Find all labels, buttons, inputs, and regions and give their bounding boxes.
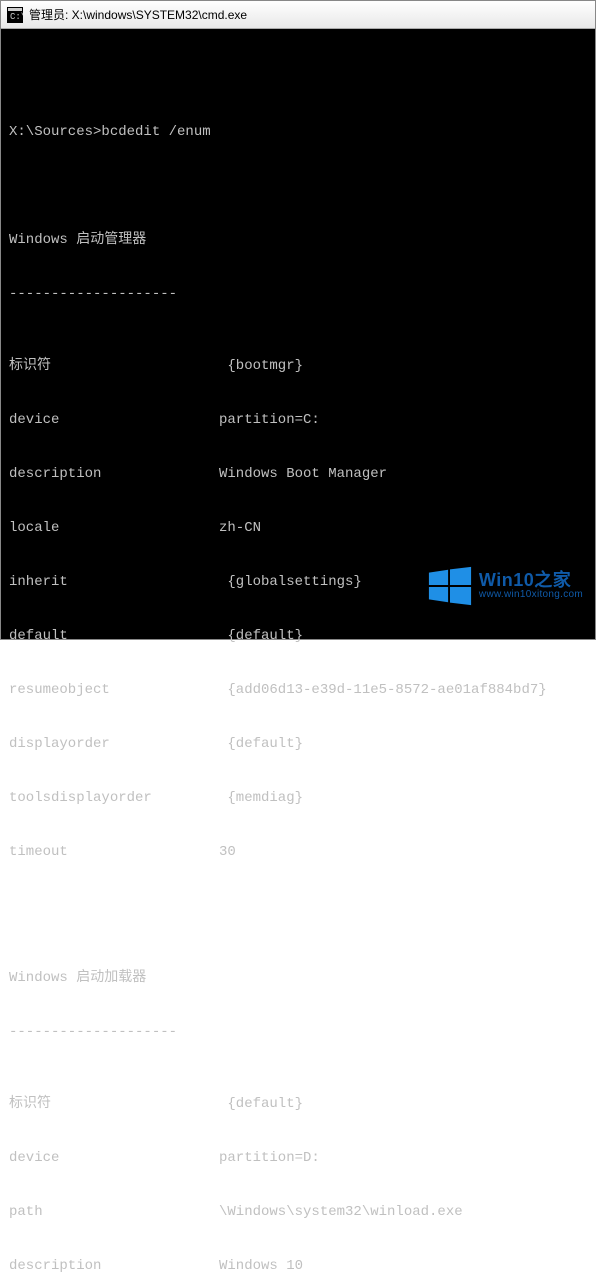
prompt-line: X:\Sources>bcdedit /enum [9,123,587,141]
kv-row: localezh-CN [9,519,587,537]
watermark: Win10之家 www.win10xitong.com [423,561,587,611]
kv-row: descriptionWindows 10 [9,1257,587,1275]
cmd-window: C:\ 管理员: X:\windows\SYSTEM32\cmd.exe X:\… [0,0,596,640]
kv-row: timeout30 [9,843,587,861]
kv-row: 标识符 {default} [9,1095,587,1113]
kv-row: displayorder {default} [9,735,587,753]
window-title: 管理员: X:\windows\SYSTEM32\cmd.exe [29,6,247,23]
svg-text:C:\: C:\ [10,12,23,22]
watermark-brand: Win10之家 [479,571,583,590]
kv-row: resumeobject {add06d13-e39d-11e5-8572-ae… [9,681,587,699]
separator: -------------------- [9,1023,587,1041]
cmd-icon: C:\ [7,7,23,23]
section-loader-title: Windows 启动加载器 [9,969,587,987]
kv-row: path\Windows\system32\winload.exe [9,1203,587,1221]
kv-row: toolsdisplayorder {memdiag} [9,789,587,807]
section-bootmgr-title: Windows 启动管理器 [9,231,587,249]
titlebar[interactable]: C:\ 管理员: X:\windows\SYSTEM32\cmd.exe [1,1,595,29]
windows-logo-icon [427,563,473,609]
kv-row: descriptionWindows Boot Manager [9,465,587,483]
kv-row: default {default} [9,627,587,645]
kv-row: 标识符 {bootmgr} [9,357,587,375]
terminal-output[interactable]: X:\Sources>bcdedit /enum Windows 启动管理器 -… [1,29,595,1280]
kv-row: devicepartition=D: [9,1149,587,1167]
separator: -------------------- [9,285,587,303]
kv-row: devicepartition=C: [9,411,587,429]
watermark-url: www.win10xitong.com [479,590,583,601]
